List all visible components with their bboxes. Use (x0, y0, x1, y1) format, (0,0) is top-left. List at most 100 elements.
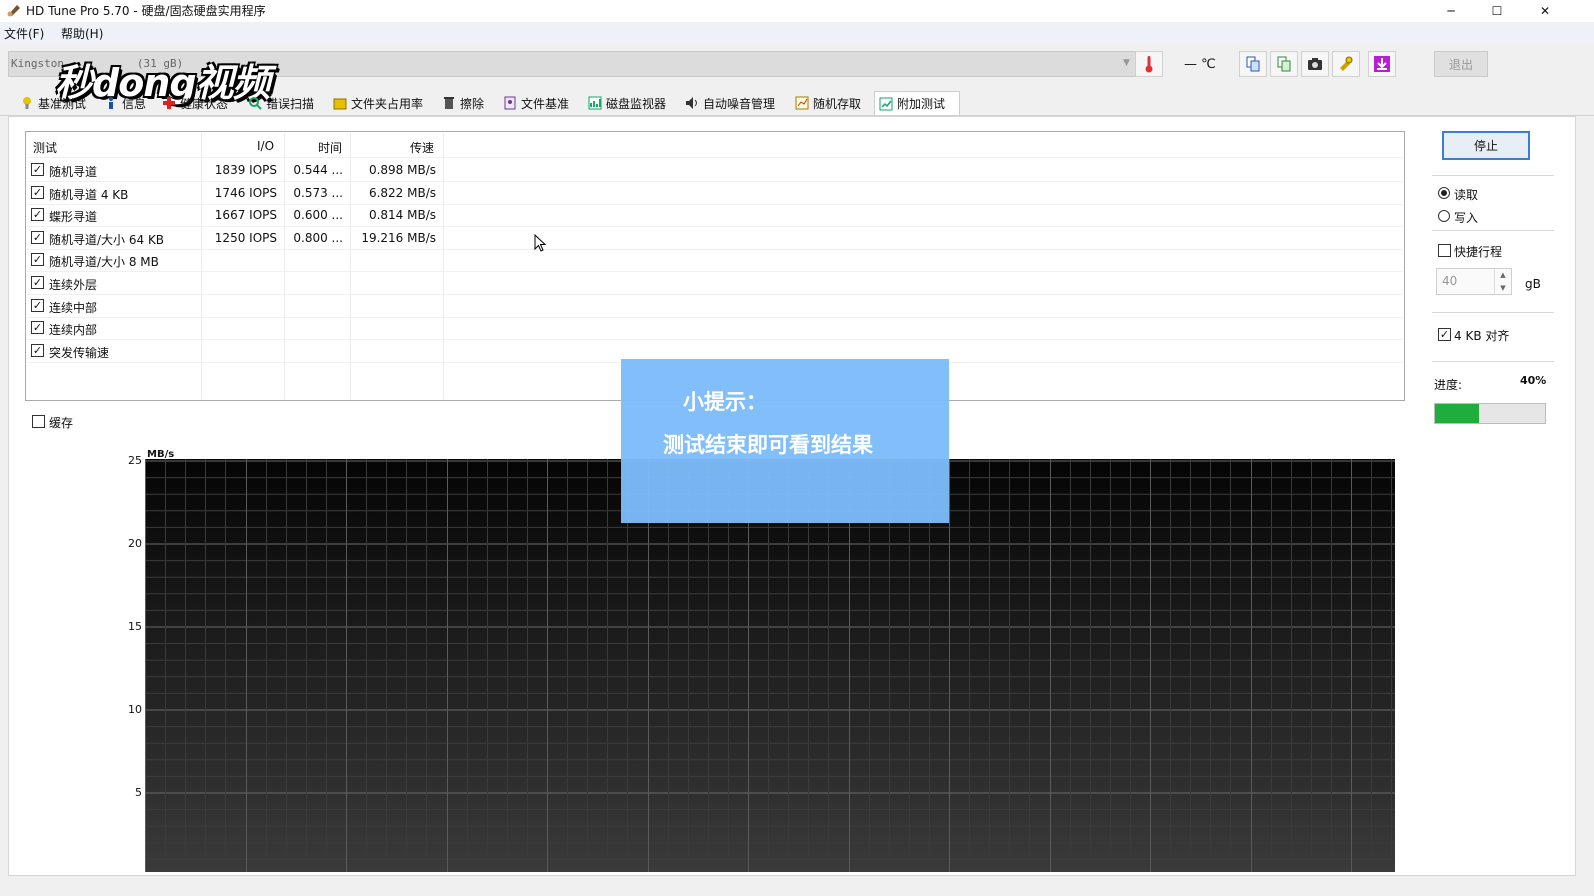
minimize-button[interactable]: ─ (1428, 0, 1474, 22)
read-label: 读取 (1454, 188, 1479, 202)
save-button[interactable] (1368, 51, 1396, 77)
align-4kb-label: 4 KB 对齐 (1454, 329, 1510, 343)
tab-aam[interactable]: 自动噪音管理 (681, 91, 779, 115)
tab-error-scan[interactable]: 错误扫描 (244, 91, 318, 115)
test-time: 0.600 ... (293, 208, 343, 222)
check-mark-icon: ✓ (32, 299, 43, 312)
check-mark-icon: ✓ (32, 208, 43, 221)
read-radio[interactable] (1438, 187, 1450, 199)
y-tick-label: 15 (128, 620, 142, 633)
test-name: 连续内部 (49, 323, 98, 337)
tab-health[interactable]: 健康状态 (158, 91, 232, 115)
check-mark-icon: ✓ (32, 231, 43, 244)
column-header-time[interactable]: 时间 (318, 139, 342, 156)
screenshot-icon (1308, 58, 1322, 70)
tip-overlay: 小提示： 测试结束即可看到结果 (621, 359, 949, 523)
test-name: 随机寻道/大小 8 MB (49, 255, 159, 269)
thermometer-icon (1145, 56, 1153, 73)
temperature-button[interactable] (1135, 51, 1163, 77)
short-stroke-checkbox[interactable] (1438, 244, 1451, 257)
test-checkbox[interactable]: ✓ (31, 208, 44, 221)
write-radio[interactable] (1438, 210, 1450, 222)
tab-benchmark[interactable]: 基准测试 (16, 91, 90, 115)
window-title: HD Tune Pro 5.70 - 硬盘/固态硬盘实用程序 (26, 4, 266, 18)
menu-help[interactable]: 帮助(H) (61, 25, 103, 42)
tab-extra-tests[interactable]: 附加测试 (874, 91, 960, 115)
spin-down-icon[interactable]: ▼ (1500, 284, 1505, 292)
test-rate: 0.898 MB/s (368, 163, 436, 177)
short-stroke-spinner[interactable]: ▲ ▼ (1494, 269, 1511, 294)
short-stroke-value: 40 (1442, 274, 1458, 288)
error-scan-icon (248, 96, 262, 110)
test-checkbox[interactable]: ✓ (31, 163, 44, 176)
progress-bar (1434, 403, 1546, 424)
test-time: 0.544 ... (293, 163, 343, 177)
tab-file-benchmark[interactable]: 文件基准 (499, 91, 573, 115)
write-label: 写入 (1454, 211, 1479, 225)
check-mark-icon: ✓ (32, 276, 43, 289)
tab-disk-monitor[interactable]: 磁盘监视器 (584, 91, 670, 115)
y-tick-label: 5 (135, 786, 142, 799)
table-row[interactable]: ✓ 随机寻道 4 KB 1746 IOPS 0.573 ... 6.822 MB/s (27, 182, 1403, 204)
test-checkbox[interactable]: ✓ (31, 321, 44, 334)
screenshot-button[interactable] (1301, 51, 1329, 77)
exit-button[interactable]: 退出 (1434, 51, 1488, 77)
test-time: 0.800 ... (293, 231, 343, 245)
copy-results-button[interactable] (1270, 51, 1298, 77)
test-checkbox[interactable]: ✓ (31, 253, 44, 266)
tab-random-access[interactable]: 随机存取 (791, 91, 865, 115)
table-row[interactable]: ✓ 连续外层 (27, 272, 1403, 294)
column-header-rate[interactable]: 传速 (410, 139, 434, 156)
progress-value: 40% (1520, 374, 1547, 387)
maximize-icon: ☐ (1491, 4, 1503, 18)
test-checkbox[interactable]: ✓ (31, 299, 44, 312)
short-stroke-label: 快捷行程 (1454, 245, 1503, 259)
menu-file[interactable]: 文件(F) (4, 25, 44, 42)
mouse-cursor-icon (534, 233, 547, 252)
table-row[interactable]: ✓ 蝶形寻道 1667 IOPS 0.600 ... 0.814 MB/s (27, 204, 1403, 226)
table-row[interactable]: ✓ 随机寻道 1839 IOPS 0.544 ... 0.898 MB/s (27, 159, 1403, 181)
test-checkbox[interactable]: ✓ (31, 276, 44, 289)
align-4kb-checkbox[interactable]: ✓ (1438, 328, 1451, 341)
speaker-icon (685, 96, 699, 110)
table-row[interactable]: ✓ 随机寻道/大小 8 MB (27, 249, 1403, 271)
tab-folder-usage[interactable]: 文件夹占用率 (329, 91, 427, 115)
test-checkbox[interactable]: ✓ (31, 344, 44, 357)
copy-info-button[interactable] (1239, 51, 1267, 77)
close-button[interactable]: ✕ (1522, 0, 1568, 22)
test-rate: 6.822 MB/s (368, 186, 436, 200)
extra-tests-icon (879, 97, 893, 111)
test-checkbox[interactable]: ✓ (31, 186, 44, 199)
table-row[interactable]: ✓ 连续中部 (27, 295, 1403, 317)
table-row[interactable]: ✓ 连续内部 (27, 317, 1403, 339)
column-header-io[interactable]: I/O (257, 139, 274, 153)
column-header-test[interactable]: 测试 (33, 139, 57, 156)
test-name: 连续外层 (49, 278, 98, 292)
minimize-icon: ─ (1447, 4, 1455, 18)
spin-up-icon[interactable]: ▲ (1500, 271, 1505, 279)
progress-label: 进度: (1434, 378, 1463, 392)
erase-icon (442, 96, 456, 110)
tip-title: 小提示： (683, 390, 767, 414)
app-logo-icon (6, 2, 22, 18)
progress-fill (1435, 404, 1479, 423)
tip-body: 测试结束即可看到结果 (663, 433, 873, 457)
maximize-button[interactable]: ☐ (1474, 0, 1520, 22)
check-mark-icon: ✓ (32, 186, 43, 199)
check-mark-icon: ✓ (32, 344, 43, 357)
test-time: 0.573 ... (293, 186, 343, 200)
short-stroke-unit: gB (1525, 277, 1541, 291)
stop-button[interactable]: 停止 (1442, 131, 1530, 160)
table-row[interactable]: ✓ 随机寻道/大小 64 KB 1250 IOPS 0.800 ... 19.216 M… (27, 227, 1403, 249)
test-checkbox[interactable]: ✓ (31, 231, 44, 244)
options-button[interactable] (1332, 51, 1360, 77)
tab-erase[interactable]: 擦除 (438, 91, 488, 115)
cache-checkbox[interactable] (32, 415, 45, 428)
check-mark-icon: ✓ (32, 321, 43, 334)
test-name: 突发传输速 (49, 346, 110, 360)
random-access-icon (795, 96, 809, 110)
temperature-value: — ℃ (1184, 57, 1216, 72)
test-rate: 19.216 MB/s (361, 231, 436, 245)
tab-info[interactable]: 信息 (100, 91, 150, 115)
radio-dot (1441, 190, 1447, 196)
